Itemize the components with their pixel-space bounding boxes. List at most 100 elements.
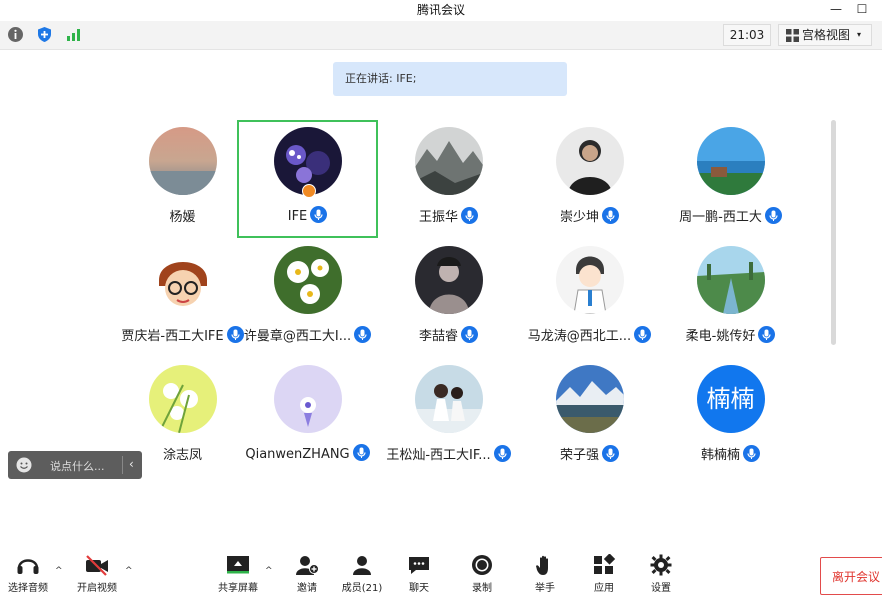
grid-view-icon: [786, 29, 799, 42]
avatar: [414, 246, 483, 314]
participant-name: IFE: [287, 209, 308, 224]
participant-tile[interactable]: 杨媛: [112, 120, 253, 238]
video-button[interactable]: 开启视频: [67, 554, 127, 596]
maximize-icon[interactable]: ☐: [850, 0, 874, 18]
participant-tile[interactable]: 王振华: [378, 120, 519, 238]
chevron-down-icon: ▾: [857, 30, 862, 39]
mic-icon: [352, 444, 370, 461]
participant-tile[interactable]: 楠楠 韩楠楠: [660, 358, 801, 476]
window-title: 腾讯会议: [416, 3, 465, 17]
quick-chat-bar[interactable]: 说点什么... ‹: [8, 451, 142, 479]
members-label: 成员(21): [341, 583, 383, 594]
avatar: [696, 127, 765, 195]
chevron-left-icon[interactable]: ‹: [129, 457, 134, 471]
speaking-text: 正在讲话: IFE;: [345, 72, 417, 85]
participant-name: 涂志凤: [162, 448, 202, 463]
participant-name: 杨媛: [169, 210, 196, 225]
mic-icon: [602, 445, 619, 462]
mic-icon: [310, 206, 328, 223]
meeting-clock: 21:03: [723, 24, 771, 46]
avatar: [414, 365, 483, 433]
headset-icon: [17, 559, 39, 574]
share-screen-label: 共享屏幕: [218, 583, 258, 594]
mic-icon: [493, 445, 511, 462]
invite-label: 邀请: [297, 583, 317, 594]
divider: [122, 456, 123, 474]
shield-icon[interactable]: [36, 26, 53, 43]
mic-icon: [743, 445, 760, 462]
mic-icon: [354, 326, 372, 343]
top-toolbar: 21:03 宫格视图 ▾: [0, 21, 882, 50]
record-button[interactable]: 录制: [452, 554, 512, 596]
participant-name: 李喆睿: [418, 329, 458, 344]
signal-icon[interactable]: [65, 26, 82, 43]
participant-name: 荣子强: [559, 448, 599, 463]
members-icon: [353, 556, 371, 575]
invite-button[interactable]: 邀请: [277, 554, 337, 596]
avatar: [555, 365, 624, 433]
participant-tile[interactable]: 柔电-姚传好: [660, 239, 801, 357]
participant-name: 马龙涛@西北工...: [527, 329, 632, 344]
share-screen-icon: [227, 556, 249, 574]
avatar: [696, 246, 765, 314]
participant-tile[interactable]: 李喆睿: [378, 239, 519, 357]
participant-tile[interactable]: 周一鹏-西工大: [660, 120, 801, 238]
gear-icon: [650, 554, 672, 576]
participant-tile[interactable]: 许曼章@西工大I...: [237, 239, 378, 357]
leave-meeting-button[interactable]: 离开会议: [820, 557, 882, 595]
apps-button[interactable]: 应用: [574, 554, 634, 596]
participant-name: 王振华: [418, 210, 458, 225]
avatar: [148, 246, 217, 314]
participant-name: QianwenZHANG: [245, 447, 350, 462]
participant-name: 许曼章@西工大I...: [243, 329, 352, 344]
audio-label: 选择音频: [8, 583, 48, 594]
apps-icon: [594, 554, 616, 574]
info-icon[interactable]: [7, 26, 24, 43]
view-mode-button[interactable]: 宫格视图 ▾: [778, 24, 872, 46]
settings-button[interactable]: 设置: [631, 554, 691, 596]
mic-icon: [461, 207, 478, 224]
chat-placeholder[interactable]: 说点什么...: [50, 458, 105, 474]
audio-options-caret[interactable]: ^: [55, 566, 63, 576]
participant-tile[interactable]: 荣子强: [519, 358, 660, 476]
participant-tile[interactable]: 马龙涛@西北工...: [519, 239, 660, 357]
emoji-icon[interactable]: [16, 457, 32, 473]
participant-tile[interactable]: QianwenZHANG: [237, 358, 378, 476]
raise-hand-button[interactable]: 举手: [515, 554, 575, 596]
chat-icon: [409, 557, 429, 574]
avatar: [148, 365, 217, 433]
bottom-toolbar: 选择音频 ^ 开启视频 ^ 共享屏幕 ^ 邀请 成员(21) 聊天 录制 举手 …: [0, 548, 882, 598]
settings-label: 设置: [651, 583, 671, 594]
participant-tile[interactable]: 崇少坤: [519, 120, 660, 238]
apps-label: 应用: [594, 583, 614, 594]
members-button[interactable]: 成员(21): [332, 554, 392, 596]
participant-tile-active[interactable]: IFE: [237, 120, 378, 238]
chat-button[interactable]: 聊天: [389, 554, 449, 596]
video-options-caret[interactable]: ^: [125, 566, 133, 576]
mic-icon: [758, 326, 776, 343]
avatar: [555, 246, 624, 314]
mic-icon: [461, 326, 478, 343]
share-options-caret[interactable]: ^: [265, 566, 273, 576]
mic-icon: [764, 207, 782, 224]
raise-hand-label: 举手: [535, 583, 555, 594]
grid-scrollbar[interactable]: [831, 120, 836, 345]
speaking-indicator: 正在讲话: IFE;: [333, 62, 567, 96]
avatar-initials: 楠楠: [696, 365, 765, 433]
minimize-icon[interactable]: —: [824, 0, 848, 18]
avatar: [273, 365, 342, 433]
avatar: [273, 246, 342, 314]
hand-icon: [536, 555, 548, 575]
host-badge-icon: [302, 184, 316, 198]
participant-name: 周一鹏-西工大: [679, 210, 762, 225]
share-screen-button[interactable]: 共享屏幕: [208, 554, 268, 596]
participant-tile[interactable]: 王松灿-西工大IF...: [378, 358, 519, 476]
participant-name: 贾庆岩-西工大IFE: [121, 329, 224, 344]
participant-name: 柔电-姚传好: [685, 329, 756, 344]
participant-tile[interactable]: 贾庆岩-西工大IFE: [112, 239, 253, 357]
audio-button[interactable]: 选择音频: [0, 554, 58, 596]
chat-label: 聊天: [409, 583, 429, 594]
avatar: [555, 127, 624, 195]
participant-name: 韩楠楠: [700, 448, 740, 463]
title-bar: 腾讯会议 — ☐: [0, 0, 882, 20]
